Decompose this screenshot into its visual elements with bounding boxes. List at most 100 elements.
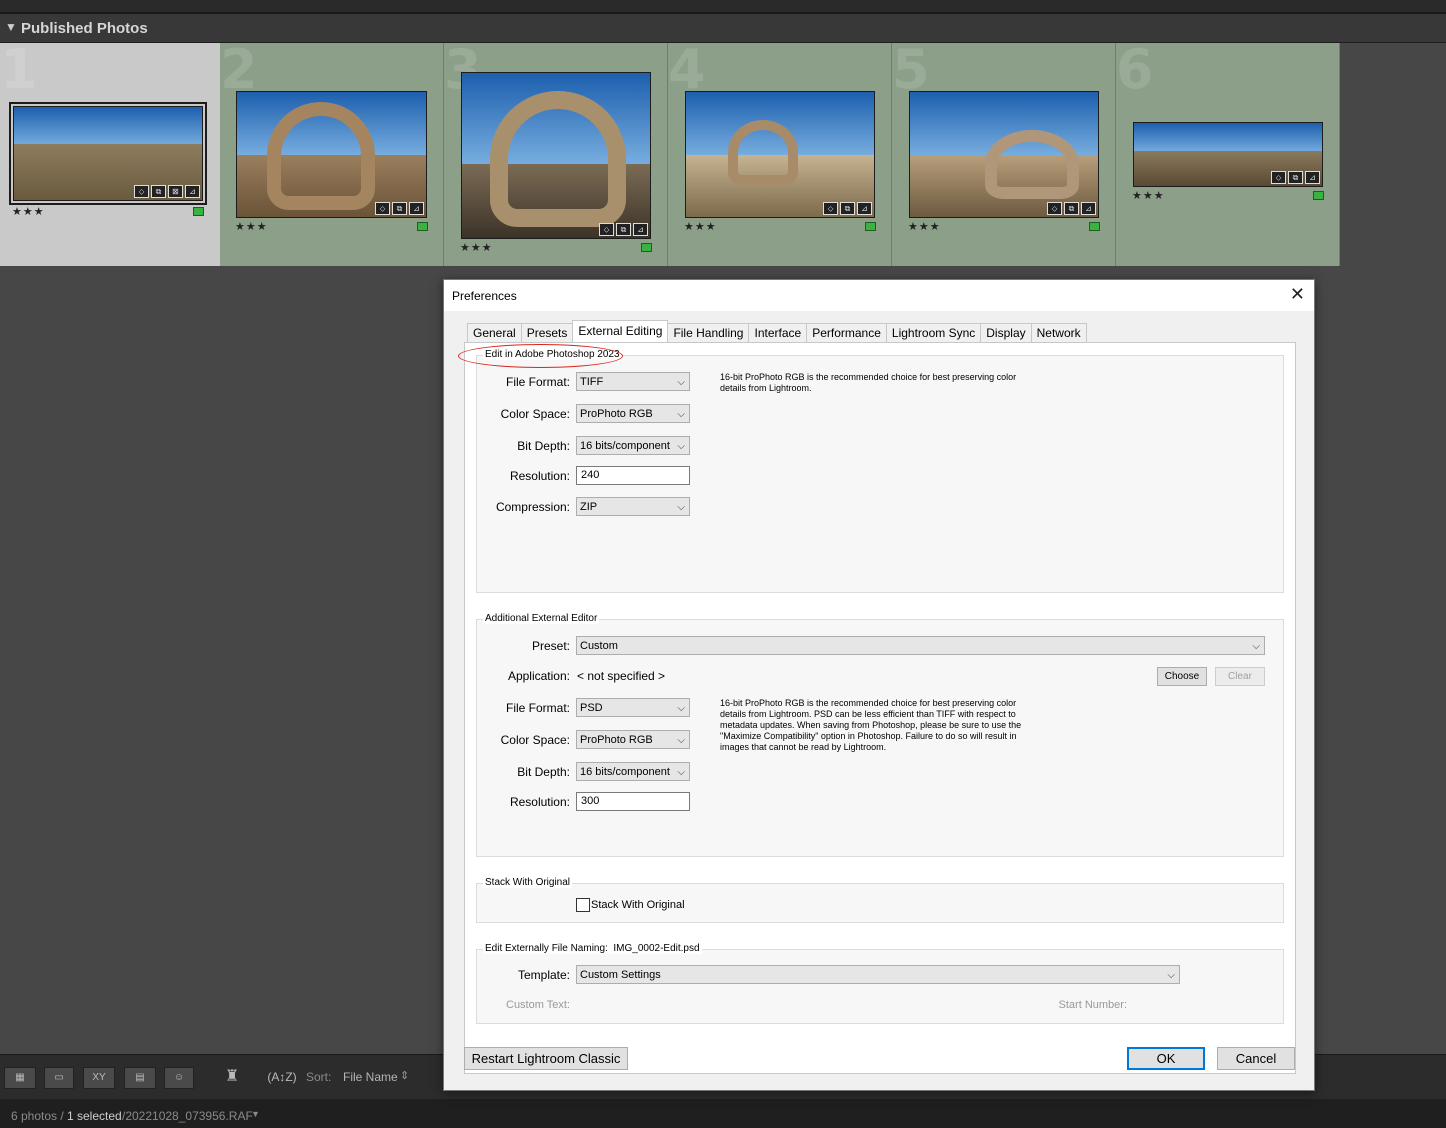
cancel-button[interactable]: Cancel xyxy=(1217,1047,1295,1070)
compare-view-icon[interactable]: XY xyxy=(83,1067,115,1089)
filename-dropdown-icon[interactable]: ▼ xyxy=(251,1109,260,1119)
star-rating[interactable]: ★★★ xyxy=(460,241,493,254)
loupe-view-icon[interactable]: ▭ xyxy=(44,1067,74,1089)
template-select[interactable]: Custom Settings ⌵ xyxy=(576,965,1180,984)
additional-editor-group-label: Additional External Editor xyxy=(483,613,600,624)
filmstrip-grid: 1 ⬦⧉⊠⊿ ★★★ 2 ⬦⧉⊿ ★★★ 3 ⬦⧉⊿ ★★★ 4 xyxy=(0,43,1340,266)
survey-view-icon[interactable]: ▤ xyxy=(124,1067,156,1089)
photo-cell[interactable]: 4 ⬦ ⧉ ⊿ ★★★ xyxy=(668,43,892,266)
edit-badge-icon: ⧉ xyxy=(392,202,407,215)
close-icon[interactable]: ✕ xyxy=(1290,284,1305,305)
ok-button[interactable]: OK xyxy=(1127,1047,1205,1070)
color-space-select[interactable]: ProPhoto RGB ⌵ xyxy=(576,730,690,749)
chevron-down-icon: ⌵ xyxy=(677,703,685,714)
bit-depth-select[interactable]: 16 bits/component ⌵ xyxy=(576,762,690,781)
photo-cell[interactable]: 3 ⬦ ⧉ ⊿ ★★★ xyxy=(444,43,668,266)
green-label-icon xyxy=(1313,191,1324,200)
sort-chevron-icon[interactable]: ⇕ xyxy=(400,1069,409,1082)
stack-with-original-label[interactable]: Stack With Original xyxy=(591,899,685,911)
star-rating[interactable]: ★★★ xyxy=(908,220,941,233)
thumbnail-badges: ⬦ ⧉ ⊿ xyxy=(1047,202,1096,215)
thumbnail-badges: ⬦ ⧉ ⊠ ⊿ xyxy=(134,185,200,198)
restart-lightroom-button[interactable]: Restart Lightroom Classic xyxy=(464,1047,628,1070)
clear-button[interactable]: Clear xyxy=(1215,667,1265,686)
edit-badge-icon: ⧉ xyxy=(1064,202,1079,215)
tab-external-editing[interactable]: External Editing xyxy=(572,320,669,342)
photo-thumbnail[interactable]: ⬦ ⧉ ⊿ xyxy=(685,91,875,218)
tab-lightroom-sync[interactable]: Lightroom Sync xyxy=(885,323,982,342)
compression-label: Compression: xyxy=(495,500,570,514)
sort-direction-icon[interactable]: (A↕Z) xyxy=(266,1067,298,1087)
stack-with-original-checkbox[interactable] xyxy=(576,898,590,912)
application-label: Application: xyxy=(507,669,570,683)
crop-badge-icon: ⬦ xyxy=(599,223,614,236)
star-rating[interactable]: ★★★ xyxy=(1132,189,1165,202)
file-naming-group-label: Edit Externally File Naming: IMG_0002-Ed… xyxy=(483,943,702,954)
start-number-label: Start Number: xyxy=(1058,999,1127,1011)
file-format-select[interactable]: PSD ⌵ xyxy=(576,698,690,717)
photo-thumbnail[interactable]: ⬦ ⧉ ⊠ ⊿ xyxy=(9,102,207,205)
resolution-input[interactable]: 300 xyxy=(576,792,690,811)
cell-number: 4 xyxy=(668,43,706,101)
preset-select[interactable]: Custom ⌵ xyxy=(576,636,1265,655)
chevron-down-icon: ⌵ xyxy=(677,735,685,746)
collapse-triangle-icon[interactable]: ▼ xyxy=(5,20,17,34)
photo-count: 6 photos / xyxy=(11,1109,64,1123)
sort-select[interactable]: File Name xyxy=(343,1070,398,1084)
selected-filename: /20221028_073956.RAF xyxy=(122,1109,253,1123)
file-format-label: File Format: xyxy=(505,375,570,389)
application-value: < not specified > xyxy=(577,669,666,683)
cell-number: 6 xyxy=(1116,43,1154,101)
tab-display[interactable]: Display xyxy=(980,323,1032,342)
file-format-select[interactable]: TIFF ⌵ xyxy=(576,372,690,391)
photo-thumbnail[interactable]: ⬦ ⧉ ⊿ xyxy=(236,91,427,218)
compression-value: ZIP xyxy=(580,501,598,513)
spray-can-icon[interactable]: ♜ xyxy=(222,1067,242,1087)
tab-performance[interactable]: Performance xyxy=(806,323,887,342)
compression-select[interactable]: ZIP ⌵ xyxy=(576,497,690,516)
preset-value: Custom xyxy=(580,640,618,652)
keyword-badge-icon: ⬦ xyxy=(134,185,149,198)
chevron-down-icon: ⌵ xyxy=(1167,970,1175,981)
color-space-select[interactable]: ProPhoto RGB ⌵ xyxy=(576,404,690,423)
photo-cell[interactable]: 1 ⬦ ⧉ ⊠ ⊿ ★★★ xyxy=(0,43,224,266)
resolution-input[interactable]: 240 xyxy=(576,466,690,485)
resolution-label: Resolution: xyxy=(509,795,570,809)
template-label: Template: xyxy=(517,968,570,982)
star-rating[interactable]: ★★★ xyxy=(684,220,717,233)
bit-depth-label: Bit Depth: xyxy=(517,765,570,779)
star-rating[interactable]: ★★★ xyxy=(235,220,268,233)
photo-cell[interactable]: 2 ⬦ ⧉ ⊿ ★★★ xyxy=(220,43,444,266)
photo-thumbnail[interactable]: ⬦ ⧉ ⊿ xyxy=(461,72,651,239)
tab-network[interactable]: Network xyxy=(1030,323,1087,342)
choose-button[interactable]: Choose xyxy=(1157,667,1207,686)
tab-general[interactable]: General xyxy=(467,323,522,342)
menu-strip xyxy=(0,0,1446,14)
chevron-down-icon: ⌵ xyxy=(677,441,685,452)
additional-editor-note: 16-bit ProPhoto RGB is the recommended c… xyxy=(720,698,1022,752)
published-photos-header[interactable]: ▼ Published Photos xyxy=(0,14,1446,43)
sort-label: Sort: xyxy=(306,1070,332,1084)
edit-badge-icon: ⧉ xyxy=(1288,171,1303,184)
tab-interface[interactable]: Interface xyxy=(748,323,808,342)
grid-view-icon[interactable]: ▦ xyxy=(4,1067,36,1089)
develop-badge-icon: ⊿ xyxy=(185,185,200,198)
photo-thumbnail[interactable]: ⬦ ⧉ ⊿ xyxy=(1133,122,1323,187)
photo-thumbnail[interactable]: ⬦ ⧉ ⊿ xyxy=(909,91,1099,218)
photo-cell[interactable]: 5 ⬦ ⧉ ⊿ ★★★ xyxy=(892,43,1116,266)
green-label-icon xyxy=(193,207,204,216)
thumbnail-badges: ⬦ ⧉ ⊿ xyxy=(1271,171,1320,184)
star-rating[interactable]: ★★★ xyxy=(12,205,45,218)
tab-presets[interactable]: Presets xyxy=(520,323,574,342)
resolution-label: Resolution: xyxy=(509,469,570,483)
crop-badge-icon: ⬦ xyxy=(1047,202,1062,215)
tab-file-handling[interactable]: File Handling xyxy=(667,323,750,342)
people-view-icon[interactable]: ☺ xyxy=(164,1067,194,1089)
develop-badge-icon: ⊿ xyxy=(409,202,424,215)
color-space-value: ProPhoto RGB xyxy=(580,408,653,420)
color-space-value: ProPhoto RGB xyxy=(580,734,653,746)
green-label-icon xyxy=(865,222,876,231)
bit-depth-select[interactable]: 16 bits/component ⌵ xyxy=(576,436,690,455)
photo-cell[interactable]: 6 ⬦ ⧉ ⊿ ★★★ xyxy=(1116,43,1340,266)
chevron-down-icon: ⌵ xyxy=(677,502,685,513)
